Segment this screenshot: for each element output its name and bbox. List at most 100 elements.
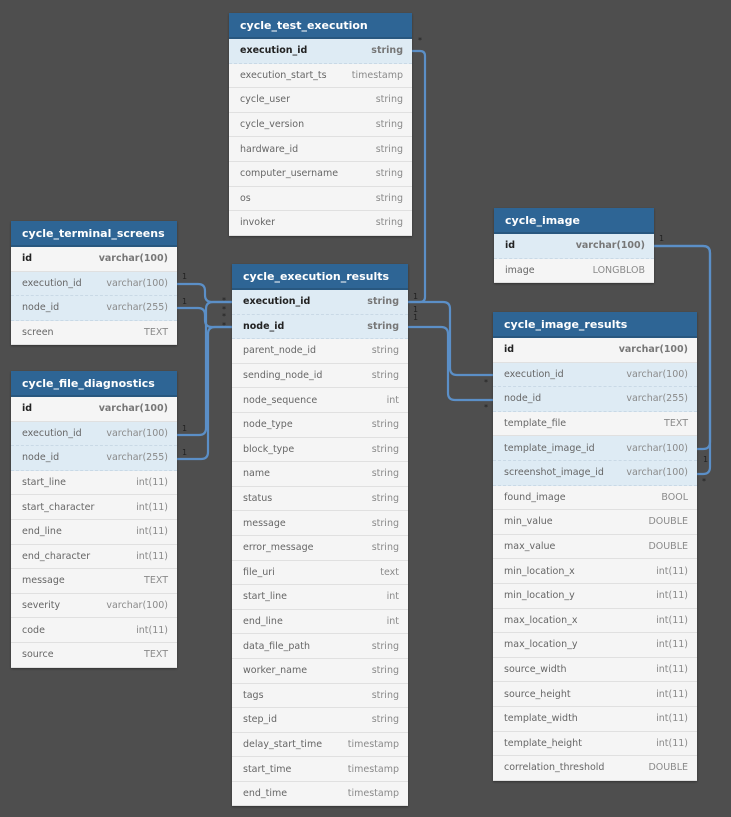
column-row[interactable]: node_id string bbox=[232, 314, 408, 340]
column-row[interactable]: file_uri text bbox=[232, 561, 408, 586]
column-row[interactable]: error_message string bbox=[232, 536, 408, 561]
column-row[interactable]: severity varchar(100) bbox=[11, 594, 177, 619]
column-type: varchar(100) bbox=[618, 344, 688, 356]
column-row[interactable]: cycle_user string bbox=[229, 88, 412, 113]
column-name: node_id bbox=[22, 452, 60, 464]
column-row[interactable]: sending_node_id string bbox=[232, 364, 408, 389]
column-row[interactable]: source TEXT bbox=[11, 643, 177, 668]
table-cycle-execution-results[interactable]: cycle_execution_results execution_id strin… bbox=[232, 264, 408, 807]
column-row[interactable]: start_line int(11) bbox=[11, 471, 177, 496]
column-row[interactable]: end_line int bbox=[232, 610, 408, 635]
column-name: delay_start_time bbox=[243, 738, 323, 750]
column-row[interactable]: execution_id string bbox=[229, 39, 412, 64]
relationship-line[interactable] bbox=[177, 325, 232, 461]
table-cycle-image-results[interactable]: cycle_image_results id varchar(100) executi… bbox=[493, 312, 697, 781]
column-row[interactable]: message TEXT bbox=[11, 569, 177, 594]
column-row[interactable]: correlation_threshold DOUBLE bbox=[493, 756, 697, 781]
column-type: string bbox=[371, 542, 399, 554]
column-row[interactable]: name string bbox=[232, 462, 408, 487]
cardinality-label: 1 bbox=[413, 313, 419, 322]
column-row[interactable]: screen TEXT bbox=[11, 321, 177, 346]
column-row[interactable]: id varchar(100) bbox=[494, 234, 654, 259]
column-name: max_value bbox=[504, 541, 556, 553]
column-row[interactable]: source_height int(11) bbox=[493, 682, 697, 707]
column-row[interactable]: end_character int(11) bbox=[11, 545, 177, 570]
column-row[interactable]: node_type string bbox=[232, 413, 408, 438]
column-row[interactable]: status string bbox=[232, 487, 408, 512]
column-name: execution_id bbox=[504, 368, 564, 380]
column-row[interactable]: template_width int(11) bbox=[493, 707, 697, 732]
column-type: string bbox=[371, 665, 399, 677]
table-cycle-terminal-screens[interactable]: cycle_terminal_screens id varchar(100) exec… bbox=[11, 221, 177, 346]
column-name: template_image_id bbox=[504, 442, 595, 454]
column-row[interactable]: min_value DOUBLE bbox=[493, 510, 697, 535]
column-row[interactable]: id varchar(100) bbox=[11, 397, 177, 422]
column-row[interactable]: id varchar(100) bbox=[493, 338, 697, 363]
table-title[interactable]: cycle_terminal_screens bbox=[11, 221, 177, 247]
column-row[interactable]: node_id varchar(255) bbox=[11, 296, 177, 321]
column-row[interactable]: execution_id string bbox=[232, 290, 408, 315]
column-row[interactable]: node_sequence int bbox=[232, 388, 408, 413]
column-row[interactable]: start_line int bbox=[232, 585, 408, 610]
column-row[interactable]: cycle_version string bbox=[229, 113, 412, 138]
table-title[interactable]: cycle_file_diagnostics bbox=[11, 371, 177, 397]
column-row[interactable]: min_location_y int(11) bbox=[493, 584, 697, 609]
column-name: data_file_path bbox=[243, 640, 310, 652]
column-row[interactable]: max_value DOUBLE bbox=[493, 535, 697, 560]
column-row[interactable]: code int(11) bbox=[11, 618, 177, 643]
column-row[interactable]: max_location_y int(11) bbox=[493, 633, 697, 658]
column-name: message bbox=[22, 575, 65, 587]
column-row[interactable]: source_width int(11) bbox=[493, 658, 697, 683]
column-row[interactable]: node_id varchar(255) bbox=[493, 387, 697, 412]
column-row[interactable]: worker_name string bbox=[232, 659, 408, 684]
column-row[interactable]: execution_id varchar(100) bbox=[11, 271, 177, 297]
column-row[interactable]: start_character int(11) bbox=[11, 495, 177, 520]
column-row[interactable]: execution_start_ts timestamp bbox=[229, 64, 412, 89]
column-type: string bbox=[371, 689, 399, 701]
column-row[interactable]: parent_node_id string bbox=[232, 339, 408, 364]
column-row[interactable]: max_location_x int(11) bbox=[493, 609, 697, 634]
column-row[interactable]: template_height int(11) bbox=[493, 732, 697, 757]
column-row[interactable]: template_image_id varchar(100) bbox=[493, 436, 697, 461]
column-type: DOUBLE bbox=[648, 516, 688, 528]
column-row[interactable]: found_image BOOL bbox=[493, 486, 697, 511]
table-cycle-test-execution[interactable]: cycle_test_execution execution_id string ex… bbox=[229, 13, 412, 236]
relationship-line[interactable] bbox=[408, 300, 493, 377]
table-cycle-image[interactable]: cycle_image id varchar(100) image LONGBLOB bbox=[494, 208, 654, 284]
table-title[interactable]: cycle_test_execution bbox=[229, 13, 412, 39]
column-row[interactable]: delay_start_time timestamp bbox=[232, 733, 408, 758]
column-row[interactable]: start_time timestamp bbox=[232, 757, 408, 782]
column-row[interactable]: image LONGBLOB bbox=[494, 259, 654, 284]
column-name: id bbox=[505, 240, 516, 252]
column-row[interactable]: screenshot_image_id varchar(100) bbox=[493, 460, 697, 486]
table-title[interactable]: cycle_image_results bbox=[493, 312, 697, 338]
column-row[interactable]: min_location_x int(11) bbox=[493, 559, 697, 584]
column-row[interactable]: computer_username string bbox=[229, 162, 412, 187]
column-row[interactable]: step_id string bbox=[232, 708, 408, 733]
column-type: TEXT bbox=[144, 327, 168, 339]
cardinality-label: * bbox=[484, 378, 488, 387]
table-cycle-file-diagnostics[interactable]: cycle_file_diagnostics id varchar(100) exec… bbox=[11, 371, 177, 668]
column-row[interactable]: invoker string bbox=[229, 211, 412, 236]
column-row[interactable]: node_id varchar(255) bbox=[11, 446, 177, 471]
column-row[interactable]: os string bbox=[229, 187, 412, 212]
column-row[interactable]: hardware_id string bbox=[229, 137, 412, 162]
column-type: varchar(100) bbox=[626, 368, 688, 380]
column-row[interactable]: data_file_path string bbox=[232, 634, 408, 659]
column-row[interactable]: message string bbox=[232, 511, 408, 536]
column-row[interactable]: tags string bbox=[232, 684, 408, 709]
column-name: end_time bbox=[243, 788, 288, 800]
column-row[interactable]: end_time timestamp bbox=[232, 782, 408, 807]
column-name: block_type bbox=[243, 443, 295, 455]
column-row[interactable]: template_file TEXT bbox=[493, 412, 697, 437]
column-row[interactable]: id varchar(100) bbox=[11, 247, 177, 272]
column-row[interactable]: end_line int(11) bbox=[11, 520, 177, 545]
table-title[interactable]: cycle_execution_results bbox=[232, 264, 408, 290]
column-name: min_location_x bbox=[504, 565, 575, 577]
column-row[interactable]: execution_id varchar(100) bbox=[493, 362, 697, 388]
column-name: node_id bbox=[243, 320, 285, 332]
table-title[interactable]: cycle_image bbox=[494, 208, 654, 234]
column-name: tags bbox=[243, 689, 264, 701]
column-row[interactable]: block_type string bbox=[232, 438, 408, 463]
column-row[interactable]: execution_id varchar(100) bbox=[11, 421, 177, 447]
